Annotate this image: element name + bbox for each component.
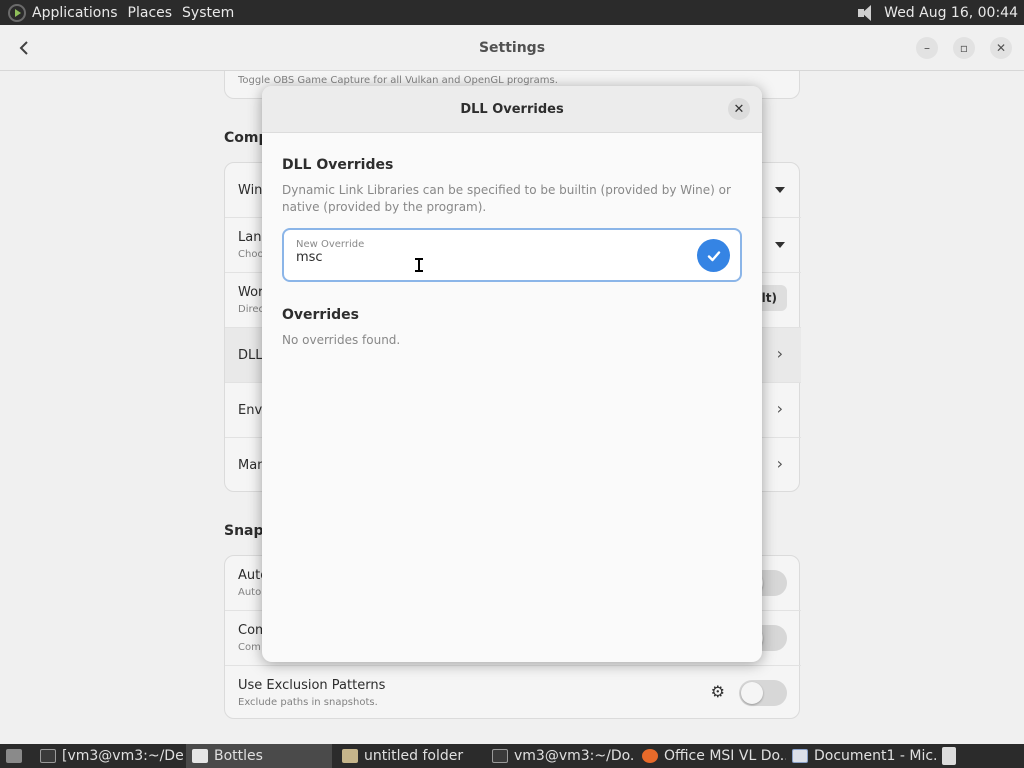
apply-override-button[interactable]: [697, 239, 730, 272]
terminal-icon: [40, 749, 56, 763]
checkmark-icon: [707, 250, 720, 261]
taskbar-item[interactable]: Document1 - Mic...: [786, 744, 936, 768]
dll-overrides-dialog: DLL Overrides ✕ DLL Overrides Dynamic Li…: [262, 86, 762, 662]
bottles-icon: [192, 749, 208, 763]
workspace-switcher[interactable]: [936, 744, 960, 768]
system-logo-icon[interactable]: [8, 3, 26, 22]
close-icon: ✕: [733, 101, 745, 117]
new-override-entry[interactable]: New Override: [282, 228, 742, 282]
taskbar-item[interactable]: vm3@vm3:~/Do...: [486, 744, 634, 768]
dialog-header: DLL Overrides ✕: [262, 86, 762, 133]
menu-system[interactable]: System: [182, 5, 244, 21]
desktop-icon: [6, 749, 22, 763]
taskbar: [vm3@vm3:~/De... Bottles untitled folder…: [0, 744, 1024, 768]
show-desktop-button[interactable]: [0, 744, 30, 768]
dialog-title: DLL Overrides: [460, 101, 564, 117]
taskbar-item-active[interactable]: Bottles: [186, 744, 332, 768]
new-override-label: New Override: [296, 239, 365, 250]
terminal-icon: [492, 749, 508, 763]
dll-overrides-description: Dynamic Link Libraries can be specified …: [282, 183, 731, 214]
menu-applications[interactable]: Applications: [32, 5, 128, 21]
document-icon: [792, 749, 808, 763]
new-override-input[interactable]: [296, 250, 676, 265]
overrides-heading: Overrides: [282, 307, 359, 323]
firefox-icon: [642, 749, 658, 763]
taskbar-item[interactable]: [vm3@vm3:~/De...: [34, 744, 184, 768]
menu-places[interactable]: Places: [128, 5, 183, 21]
taskbar-item[interactable]: untitled folder: [336, 744, 486, 768]
clock[interactable]: Wed Aug 16, 00:44: [884, 5, 1018, 21]
dll-overrides-heading: DLL Overrides: [282, 157, 394, 173]
text-cursor-icon: [415, 258, 423, 272]
workspace-icon: [942, 747, 956, 765]
volume-icon[interactable]: [856, 4, 876, 22]
folder-icon: [342, 749, 358, 763]
no-overrides-text: No overrides found.: [282, 333, 401, 347]
taskbar-item[interactable]: Office MSI VL Do...: [636, 744, 786, 768]
top-panel: Applications Places System Wed Aug 16, 0…: [0, 0, 1024, 25]
dialog-close-button[interactable]: ✕: [728, 98, 750, 120]
